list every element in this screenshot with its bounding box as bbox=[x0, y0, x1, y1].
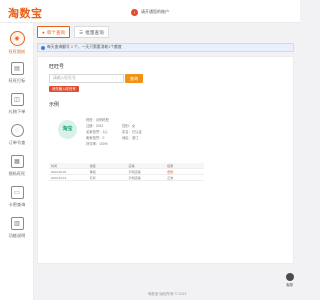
sidebar-item-order-search[interactable]: ◌ 订单号查 bbox=[3, 122, 31, 150]
sidebar-item-label: 订单号查 bbox=[8, 140, 26, 145]
table-header-cell: 结果 bbox=[167, 164, 174, 168]
app-logo[interactable]: 淘数宝 bbox=[8, 5, 43, 21]
query-tabs: ● 单个查询 ☰ 批量查询 bbox=[37, 26, 109, 38]
tag-icon: ▤ bbox=[10, 62, 24, 75]
table-cell: 2023-05-01 bbox=[51, 170, 67, 174]
top-message: 请开通您的账户 bbox=[141, 9, 169, 14]
sidebar-item-gift-order[interactable]: ◫ 礼物下单 bbox=[3, 91, 31, 119]
card-icon: ▭ bbox=[10, 186, 24, 199]
info-icon bbox=[41, 45, 45, 50]
table-header-cell: 时间 bbox=[51, 164, 58, 168]
sidebar-item-label: 旺旺照妖 bbox=[8, 49, 26, 54]
tab-label: 单个查询 bbox=[46, 29, 66, 35]
top-notification[interactable]: ! 请开通您的账户 bbox=[131, 7, 169, 17]
sidebar-item-privacy[interactable]: ▦ 隐私旺旺 bbox=[3, 153, 31, 181]
customer-service-label: 客服 bbox=[286, 283, 293, 287]
sidebar: ◉ 旺旺照妖 ▤ 旺旺打标 ◫ 礼物下单 ◌ 订单号查 ▦ 隐私旺旺 ▭ 卡密查… bbox=[0, 23, 34, 300]
input-tip: 请先输入旺旺号 bbox=[49, 86, 79, 92]
document-icon: ▥ bbox=[10, 217, 24, 230]
batch-query-icon: ☰ bbox=[79, 29, 84, 35]
info-line: 旺旺：示例旺旺 bbox=[86, 118, 110, 122]
info-line: 卖家信誉：0 bbox=[86, 136, 105, 140]
table-row: 2023-04-12 打标 示例店铺 正常 bbox=[49, 175, 204, 181]
service-icon bbox=[285, 273, 294, 281]
query-section-title: 旺旺号 bbox=[49, 64, 65, 70]
top-bar: 淘数宝 ! 请开通您的账户 bbox=[0, 0, 300, 23]
sidebar-item-label: 旺旺打标 bbox=[8, 78, 26, 83]
info-line: 买家信誉：1心 bbox=[86, 130, 108, 134]
footer: 淘数宝 版权所有 © 2023 bbox=[147, 292, 187, 296]
sidebar-item-label: 隐私旺旺 bbox=[8, 171, 26, 176]
table-cell: 示例店铺 bbox=[128, 176, 141, 180]
avatar: 淘宝 bbox=[58, 120, 77, 139]
info-line: 注册：2012 bbox=[86, 124, 104, 128]
info-line: 性别：女 bbox=[122, 124, 136, 128]
sidebar-item-label: 卡密查询 bbox=[8, 202, 26, 207]
sidebar-item-label: 礼物下单 bbox=[8, 109, 26, 114]
info-line: 好评率：100% bbox=[86, 142, 108, 146]
search-button[interactable]: 查询 bbox=[125, 74, 143, 83]
table-cell: 降权 bbox=[89, 170, 96, 174]
sidebar-item-label: 功能说明 bbox=[8, 233, 26, 238]
wangwang-input[interactable]: 请输入旺旺号 bbox=[49, 74, 124, 83]
table-cell: 打标 bbox=[89, 176, 96, 180]
tab-single-query[interactable]: ● 单个查询 bbox=[37, 26, 71, 38]
notice-text: 每天查询翻号 bbox=[47, 45, 71, 49]
single-query-icon: ● bbox=[42, 29, 45, 35]
tab-batch-query[interactable]: ☰ 批量查询 bbox=[74, 26, 109, 38]
main-card: 旺旺号 请输入旺旺号 查询 请先输入旺旺号 示例 淘宝 旺旺：示例旺旺 注册：2… bbox=[37, 56, 294, 264]
result-table: 时间 类型 店铺 结果 2023-05-01 降权 示例店铺 危险 2023-0… bbox=[49, 163, 204, 181]
table-header-cell: 类型 bbox=[89, 164, 96, 168]
table-cell: 危险 bbox=[167, 170, 174, 174]
sidebar-item-card-query[interactable]: ▭ 卡密查询 bbox=[3, 184, 31, 212]
gift-icon: ◫ bbox=[10, 93, 24, 106]
sidebar-item-tagging[interactable]: ▤ 旺旺打标 bbox=[3, 60, 31, 88]
notice-bar: 每天查询翻号 0 个，一天只需要消耗1个额度 bbox=[37, 43, 294, 52]
table-cell: 2023-04-12 bbox=[51, 176, 67, 180]
privacy-icon: ▦ bbox=[10, 155, 24, 168]
tab-label: 批量查询 bbox=[85, 29, 104, 35]
order-search-icon: ◌ bbox=[10, 124, 24, 137]
table-cell: 示例店铺 bbox=[128, 170, 141, 174]
notice-text-suffix: 个，一天只需要消耗1个额度 bbox=[72, 45, 122, 49]
sidebar-item-wangwang-check[interactable]: ◉ 旺旺照妖 bbox=[3, 29, 31, 57]
table-cell: 正常 bbox=[167, 176, 174, 180]
info-line: 地区：浙江 bbox=[122, 136, 139, 140]
search-user-icon: ◉ bbox=[9, 31, 25, 46]
alert-icon: ! bbox=[131, 8, 138, 16]
sidebar-item-help[interactable]: ▥ 功能说明 bbox=[3, 215, 31, 243]
result-section-title: 示例 bbox=[49, 102, 60, 108]
info-line: 实名：已认证 bbox=[122, 130, 142, 134]
table-header-cell: 店铺 bbox=[128, 164, 135, 168]
customer-service-button[interactable]: 客服 bbox=[283, 273, 296, 289]
